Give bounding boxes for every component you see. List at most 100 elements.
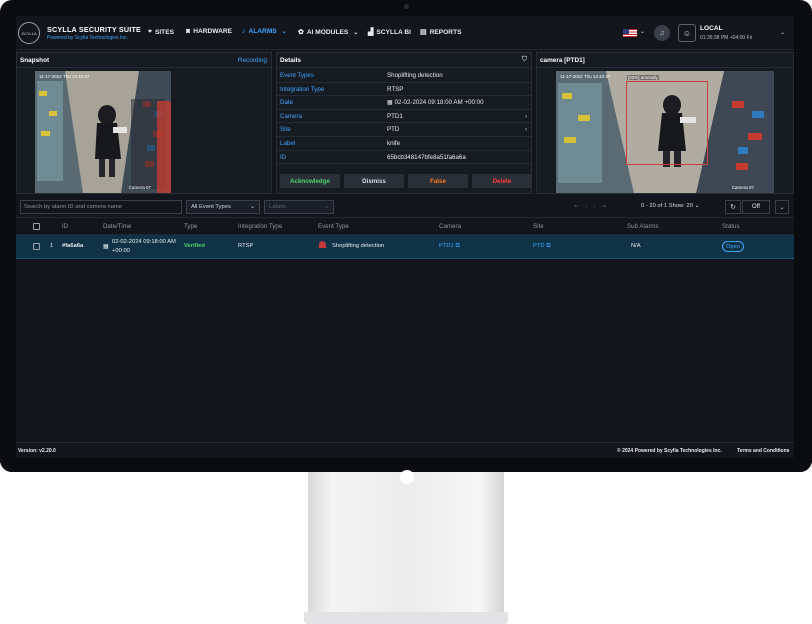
nav-scylla-bi-label: SCYLLA BI — [376, 28, 411, 36]
col-event-type[interactable]: Event Type — [318, 223, 349, 230]
detail-value: RTSP — [387, 85, 404, 93]
chevron-right-icon[interactable]: › — [525, 126, 527, 133]
row-camera: PTD1 — [439, 243, 454, 249]
camera-panel-title: camera [PTD1] — [540, 57, 585, 64]
brand-subtitle: Powered by Scylla Technologies Inc. — [47, 35, 129, 41]
details-header: Details ⛉ — [277, 53, 531, 68]
labels-select[interactable]: Labels ⌄ — [264, 200, 334, 214]
nav-alarms-label: ALARMS — [248, 28, 277, 35]
nav-ai-modules-label: AI MODULES — [306, 28, 349, 36]
detail-row-site[interactable]: Site PTD › — [277, 123, 531, 137]
alarms-toolbar: Search by alarm ID and camera name All E… — [16, 196, 794, 218]
location-label: LOCAL — [700, 25, 723, 32]
details-title: Details — [280, 57, 301, 64]
col-sub-alarms[interactable]: Sub Alarms — [627, 223, 659, 230]
scylla-logo[interactable]: SCYLLA — [18, 22, 40, 44]
event-types-select[interactable]: All Event Types ⌄ — [186, 200, 260, 214]
detail-row-label: Label knife — [277, 137, 531, 151]
top-nav-bar: SCYLLA SCYLLA SECURITY SUITE Powered by … — [16, 16, 794, 50]
camera-icon: ◙ — [186, 28, 191, 35]
snapshot-panel: Snapshot Recording 11-17-2022 Thu 14:42:… — [16, 52, 272, 194]
detail-row-id: ID 65bcb348147bfe8a51fa6a6a — [277, 151, 531, 165]
col-camera[interactable]: Camera — [439, 223, 461, 230]
nav-reports[interactable]: ▤ REPORTS — [420, 28, 462, 37]
nav-sites[interactable]: ⌖ SITES — [148, 28, 174, 36]
row-site: PTD — [533, 243, 545, 249]
dismiss-button[interactable]: Dismiss — [344, 174, 404, 188]
row-checkbox[interactable] — [33, 243, 40, 250]
status-badge[interactable]: Open — [722, 241, 744, 252]
row-index: 1 — [50, 243, 54, 249]
delete-button[interactable]: Delete — [472, 174, 532, 188]
row-type: Verified — [184, 243, 205, 249]
col-integration-type[interactable]: Integration Type — [238, 223, 282, 230]
col-site[interactable]: Site — [533, 223, 544, 230]
snapshot-timestamp: 11-17-2022 Thu 14:42:47 — [39, 74, 90, 79]
detail-date-text: 02-02-2024 09:18:00 AM +00:00 — [394, 99, 484, 107]
page-range: 0 - 20 of 1 — [641, 203, 668, 209]
shoplifting-icon: ☗ — [318, 240, 327, 251]
notification-bell-button[interactable]: ♫ — [654, 25, 670, 41]
monitor-stand-base — [304, 612, 508, 624]
us-flag-icon[interactable] — [623, 29, 637, 37]
select-all-checkbox[interactable] — [33, 223, 40, 230]
chevron-down-icon: ⌄ — [323, 204, 329, 210]
chevron-down-icon[interactable]: ⌄ — [695, 203, 700, 209]
row-site-link[interactable]: PTD ⧉ — [533, 243, 550, 250]
table-row[interactable]: 1 #fa6a6a ▦ 02-02-2024 09:18:00 AM +00:0… — [16, 235, 794, 259]
external-link-icon: ⧉ — [546, 243, 551, 249]
app-screen: SCYLLA SCYLLA SECURITY SUITE Powered by … — [16, 16, 794, 458]
details-rows: Event Types Shoplifting detection Integr… — [277, 69, 531, 165]
row-id: #fa6a6a — [62, 243, 84, 249]
chevron-down-icon[interactable]: ⌄ — [780, 29, 785, 36]
col-id[interactable]: ID — [62, 223, 68, 230]
auto-refresh-off-button[interactable]: Off — [742, 200, 770, 214]
report-icon: ▤ — [420, 29, 427, 36]
false-alarm-button[interactable]: False — [408, 174, 468, 188]
pagination-controls[interactable]: ⇤‹›⇥ — [574, 203, 612, 210]
app-footer: Version: v2.20.0 © 2024 Powered by Scyll… — [16, 442, 794, 458]
user-avatar-button[interactable]: ☺ — [678, 24, 696, 42]
nav-scylla-bi[interactable]: ▟ SCYLLA BI — [368, 28, 411, 37]
webcam-dot — [404, 4, 409, 9]
col-status[interactable]: Status — [722, 223, 740, 230]
nav-alarms[interactable]: ♪ ALARMS ⌄ — [242, 28, 287, 35]
snapshot-image[interactable]: 11-17-2022 Thu 14:42:47 Camera 07 — [35, 71, 171, 193]
detail-key: Camera — [280, 112, 303, 120]
detail-row-event-types: Event Types Shoplifting detection — [277, 69, 531, 83]
row-event-type: Shoplifting detection — [332, 243, 385, 249]
calendar-icon: ▦ — [103, 244, 109, 250]
bar-chart-icon: ▟ — [368, 29, 374, 36]
col-datetime[interactable]: Date/Time — [103, 223, 131, 230]
bell-icon: ♫ — [659, 29, 665, 37]
terms-link[interactable]: Terms and Conditions — [737, 448, 789, 454]
user-icon: ☺ — [682, 28, 692, 38]
chevron-down-icon: ⌄ — [281, 29, 287, 35]
monitor-stand — [308, 470, 504, 614]
search-input[interactable]: Search by alarm ID and camera name — [20, 200, 182, 214]
details-actions: Acknowledge Dismiss False Delete — [280, 174, 532, 188]
recording-link[interactable]: Recording — [238, 57, 267, 64]
chevron-down-icon[interactable]: ⌄ — [640, 28, 645, 35]
chevron-right-icon[interactable]: › — [525, 113, 527, 120]
camera-panel-header: camera [PTD1] — [537, 53, 793, 68]
nav-hardware[interactable]: ◙ HARDWARE — [186, 28, 232, 35]
filter-toggle-button[interactable]: ⌄ — [775, 200, 789, 214]
nav-ai-modules[interactable]: ✿ AI MODULES ⌄ — [298, 28, 358, 37]
shield-icon[interactable]: ⛉ — [522, 56, 527, 64]
local-time: 01:36:38 PM +04:00 Fri — [700, 35, 753, 41]
brand-title: SCYLLA SECURITY SUITE — [47, 25, 142, 34]
row-camera-link[interactable]: PTD1 ⧉ — [439, 243, 460, 250]
page-size-select[interactable]: 20 — [686, 203, 692, 209]
col-type[interactable]: Type — [184, 223, 197, 230]
detection-bounding-box — [626, 81, 708, 165]
detail-row-camera[interactable]: Camera PTD1 › — [277, 110, 531, 124]
acknowledge-button[interactable]: Acknowledge — [280, 174, 340, 188]
pagination-info: 0 - 20 of 1 Show: 20 ⌄ — [641, 203, 699, 209]
refresh-button[interactable]: ↻ — [725, 200, 741, 214]
row-sub-alarms: N/A — [631, 243, 641, 249]
nav-sites-label: SITES — [154, 28, 175, 36]
camera-feed-image[interactable]: 11-17-2022 Thu 14:42:47 [62%] anomaly Ca… — [556, 71, 774, 193]
chevron-down-icon: ⌄ — [249, 204, 255, 210]
nav-hardware-label: HARDWARE — [193, 28, 233, 35]
